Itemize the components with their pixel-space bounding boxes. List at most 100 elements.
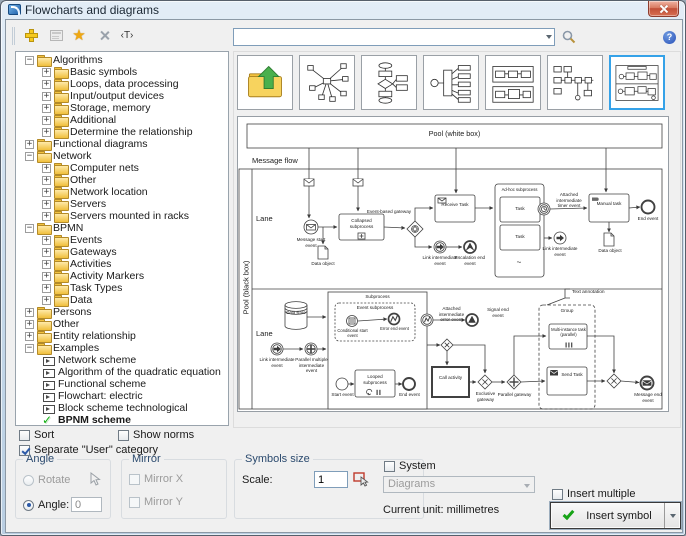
help-button[interactable]: ? — [663, 31, 676, 44]
mirror-y-checkbox[interactable]: Mirror Y — [129, 496, 183, 508]
system-select[interactable]: Diagrams — [383, 476, 535, 493]
tree-item[interactable]: + Task Types — [16, 282, 228, 294]
thumbnail-quadratic-equation-flowchart[interactable] — [361, 55, 417, 110]
add-symbol-button[interactable] — [20, 25, 42, 45]
thumbnail-bpmn-scheme[interactable] — [609, 55, 665, 110]
symbol-category-tree[interactable]: − Algorithms + Basic symbols + Loops, da… — [15, 51, 229, 426]
search-icon[interactable] — [562, 30, 576, 49]
tree-expander[interactable]: + — [42, 116, 51, 125]
tree-item[interactable]: + Activities — [16, 258, 228, 270]
tree-item[interactable]: + Events — [16, 234, 228, 246]
thumbnail-block-scheme[interactable] — [485, 55, 541, 110]
tree-item[interactable]: + Activity Markers — [16, 270, 228, 282]
current-unit-text: Current unit: millimetres — [383, 504, 499, 516]
properties-button[interactable] — [45, 25, 67, 45]
tree-expander[interactable]: + — [42, 212, 51, 221]
checkbox-icon — [118, 430, 129, 441]
tree-item[interactable]: + Basic symbols — [16, 66, 228, 78]
tree-expander[interactable]: − — [25, 152, 34, 161]
tree-expander[interactable]: + — [42, 164, 51, 173]
label-task-1: Task — [500, 206, 540, 212]
search-input[interactable] — [236, 30, 536, 44]
label-pool-white: Pool (white box) — [358, 130, 551, 139]
tree-expander[interactable]: + — [42, 128, 51, 137]
tree-expander[interactable]: + — [42, 296, 51, 305]
tree-expander[interactable]: + — [42, 68, 51, 77]
tree-item[interactable]: + Loops, data processing — [16, 78, 228, 90]
search-combobox[interactable] — [233, 28, 555, 46]
rotate-radio[interactable]: Rotate — [23, 474, 70, 486]
scale-input[interactable] — [314, 471, 348, 488]
tree-item[interactable]: BPNM scheme — [16, 414, 228, 426]
tree-item[interactable]: − Examples — [16, 342, 228, 354]
tree-item[interactable]: − Network — [16, 150, 228, 162]
tree-item[interactable]: + Input/output devices — [16, 90, 228, 102]
separate-user-checkbox[interactable]: Separate "User" category — [19, 444, 158, 456]
text-tool-button[interactable]: ‹T› — [116, 25, 138, 45]
tree-item[interactable]: + Data — [16, 294, 228, 306]
tree-item[interactable]: + Functional diagrams — [16, 138, 228, 150]
tree-item[interactable]: + Servers — [16, 198, 228, 210]
tree-item[interactable]: + Other — [16, 318, 228, 330]
tree-expander[interactable]: − — [25, 224, 34, 233]
favorites-button[interactable]: ★ — [68, 25, 90, 45]
angle-input[interactable] — [71, 497, 102, 512]
label-receive-task: Receive Task — [438, 202, 472, 208]
tree-item[interactable]: + Storage, memory — [16, 102, 228, 114]
tree-item[interactable]: + Determine the relationship — [16, 126, 228, 138]
tree-expander[interactable]: + — [42, 260, 51, 269]
tree-expander[interactable]: + — [42, 272, 51, 281]
label-link-event-3: Link intermediate event — [259, 357, 295, 368]
thumbnail-network-scheme[interactable] — [299, 55, 355, 110]
tree-item[interactable]: − Algorithms — [16, 54, 228, 66]
tree-item[interactable]: Flowchart: electric — [16, 390, 228, 402]
label-end-event-2: End event — [393, 392, 426, 398]
tree-item[interactable]: + Persons — [16, 306, 228, 318]
delete-button[interactable] — [93, 25, 115, 45]
tree-item[interactable]: + Gateways — [16, 246, 228, 258]
tree-expander[interactable]: + — [42, 176, 51, 185]
tree-expander[interactable]: + — [42, 236, 51, 245]
tree-expander[interactable]: − — [25, 56, 34, 65]
tree-expander[interactable]: + — [42, 92, 51, 101]
tree-expander[interactable]: + — [25, 308, 34, 317]
insert-symbol-button[interactable]: Insert symbol — [550, 502, 681, 529]
insert-multiple-checkbox[interactable]: Insert multiple — [552, 488, 635, 500]
thumbnail-parent-folder[interactable] — [237, 55, 293, 110]
tree-expander[interactable]: + — [42, 80, 51, 89]
tree-item[interactable]: Algorithm of the quadratic equation — [16, 366, 228, 378]
tree-expander[interactable]: + — [42, 248, 51, 257]
tree-expander[interactable]: + — [25, 320, 34, 329]
tree-item[interactable]: + Other — [16, 174, 228, 186]
tree-item[interactable]: + Entity relationship — [16, 330, 228, 342]
tree-expander[interactable]: + — [42, 104, 51, 113]
toolbar-gripper[interactable] — [12, 27, 16, 45]
show-norms-checkbox[interactable]: Show norms — [118, 429, 194, 441]
sort-checkbox[interactable]: Sort — [19, 429, 54, 441]
tree-expander[interactable]: + — [25, 140, 34, 149]
tree-expander[interactable]: + — [42, 200, 51, 209]
label-data-object-1: Data object — [303, 261, 343, 267]
close-button[interactable] — [648, 1, 679, 17]
tree-item[interactable]: + Servers mounted in racks — [16, 210, 228, 222]
tree-item[interactable]: Functional scheme — [16, 378, 228, 390]
tree-expander[interactable]: + — [42, 188, 51, 197]
angle-radio[interactable]: Angle: — [23, 499, 69, 511]
tree-item[interactable]: − BPMN — [16, 222, 228, 234]
thumbnail-electric-flowchart[interactable] — [547, 55, 603, 110]
tree-item[interactable]: Network scheme — [16, 354, 228, 366]
chevron-down-icon[interactable] — [546, 35, 552, 39]
insert-symbol-dropdown[interactable] — [664, 503, 680, 528]
system-checkbox[interactable]: System — [384, 460, 436, 472]
label-multi-instance: Multi-instance task (parallel) — [551, 327, 586, 337]
thumbnail-functional-scheme[interactable] — [423, 55, 479, 110]
tree-expander[interactable]: − — [25, 344, 34, 353]
tree-expander[interactable]: + — [42, 284, 51, 293]
tree-expander[interactable]: + — [25, 332, 34, 341]
tree-item[interactable]: + Additional — [16, 114, 228, 126]
label-error-boundary: Attached intermediate error event — [434, 306, 469, 323]
mirror-x-checkbox[interactable]: Mirror X — [129, 473, 183, 485]
tree-item[interactable]: + Network location — [16, 186, 228, 198]
scale-pick-button[interactable] — [352, 470, 370, 488]
tree-item[interactable]: + Computer nets — [16, 162, 228, 174]
